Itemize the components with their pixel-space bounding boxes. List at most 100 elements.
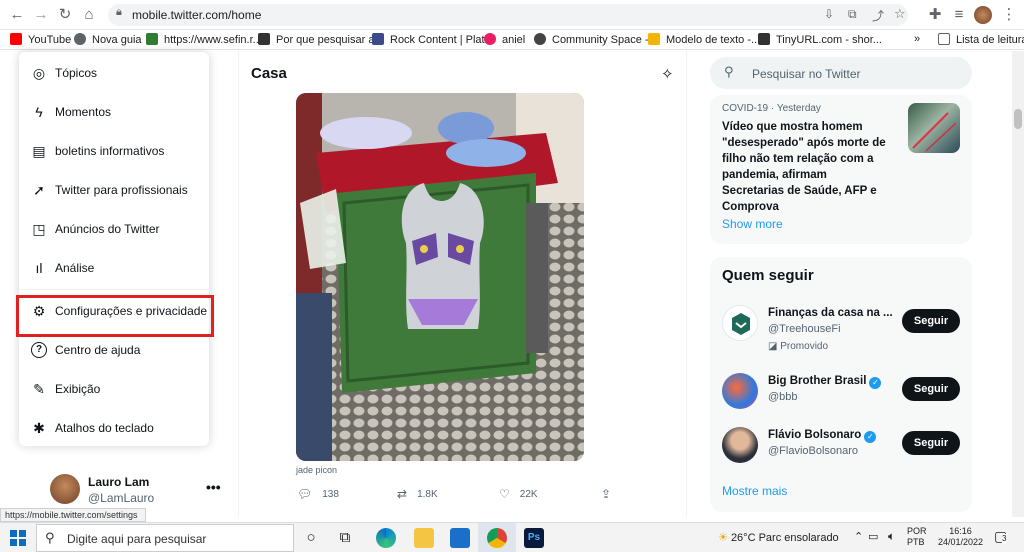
globe-icon bbox=[74, 33, 86, 45]
photoshop-icon[interactable]: Ps bbox=[524, 528, 544, 548]
treehouse-avatar bbox=[722, 305, 758, 341]
address-url: mobile.twitter.com/home bbox=[132, 8, 262, 22]
weather-widget[interactable]: ☀ 26°C Parc ensolarado bbox=[718, 531, 839, 544]
bookmark-rock-content[interactable]: Rock Content | Plat... bbox=[372, 33, 494, 46]
menu-item-ads[interactable]: ◳ Anúncios do Twitter bbox=[19, 210, 209, 249]
tweet-photo[interactable] bbox=[296, 93, 584, 461]
analytics-icon: ıl bbox=[35, 260, 43, 276]
scrollbar-thumb[interactable] bbox=[1014, 109, 1022, 129]
follow-name: Big Brother Brasil ✓ bbox=[768, 375, 882, 389]
bookmark-youtube[interactable]: YouTube bbox=[10, 33, 71, 46]
follow-suggestion[interactable]: Big Brother Brasil ✓ @bbb Seguir bbox=[710, 373, 972, 423]
taskbar-search-placeholder: Digite aqui para pesquisar bbox=[67, 532, 207, 546]
follow-show-more-link[interactable]: Mostre mais bbox=[722, 484, 787, 498]
bookmark-sefin[interactable]: https://www.sefin.r... bbox=[146, 33, 262, 46]
tray-chevron-icon[interactable]: ⌃ bbox=[854, 530, 863, 543]
forward-icon[interactable]: → bbox=[32, 6, 50, 24]
aniel-icon bbox=[484, 33, 496, 45]
back-icon[interactable]: ← bbox=[8, 6, 26, 24]
menu-item-moments[interactable]: ϟ Momentos bbox=[19, 93, 209, 132]
notification-center-icon[interactable]: ▢ 3 bbox=[994, 528, 1007, 545]
edge-icon[interactable] bbox=[376, 528, 396, 548]
follow-name: Finanças da casa na ... bbox=[768, 307, 893, 319]
address-bar[interactable]: 🔒︎ mobile.twitter.com/home ⇩ ⧉ ⤴ ☆ bbox=[108, 4, 908, 26]
reading-list[interactable]: Lista de leitura bbox=[938, 33, 1024, 46]
home-icon[interactable]: ⌂ bbox=[80, 6, 98, 24]
sparkle-icon[interactable]: ✧ bbox=[661, 65, 674, 83]
follow-handle: @FlavioBolsonaro bbox=[768, 445, 859, 457]
chrome-taskbar-active[interactable] bbox=[478, 523, 516, 552]
windows-start-icon[interactable] bbox=[10, 530, 26, 546]
taskbar-search[interactable]: ⚲ Digite aqui para pesquisar bbox=[36, 524, 294, 552]
star-icon[interactable]: ☆ bbox=[894, 6, 906, 22]
search-icon: ⚲ bbox=[724, 64, 734, 79]
news-card[interactable]: COVID-19 · Yesterday Vídeo que mostra ho… bbox=[710, 95, 972, 244]
bookmark-tinyurl[interactable]: TinyURL.com - shor... bbox=[758, 33, 882, 46]
follow-button[interactable]: Seguir bbox=[902, 309, 960, 333]
kebab-menu-icon[interactable]: ⋮ bbox=[1000, 6, 1018, 24]
who-to-follow-card: Quem seguir Finanças da casa na ... @Tre… bbox=[710, 257, 972, 512]
follow-suggestion[interactable]: Finanças da casa na ... @TreehouseFi ◪ P… bbox=[710, 305, 972, 355]
help-icon: ? bbox=[31, 342, 47, 358]
menu-item-topics[interactable]: ◎ Tópicos bbox=[19, 54, 209, 93]
bookmark-aniel[interactable]: aniel bbox=[484, 33, 525, 46]
status-bar-url: https://mobile.twitter.com/settings bbox=[0, 508, 146, 522]
cortana-icon[interactable]: ○ bbox=[300, 527, 322, 549]
mail-icon[interactable] bbox=[450, 528, 470, 548]
profile-avatar-icon[interactable] bbox=[974, 6, 992, 24]
verified-icon: ✓ bbox=[864, 431, 877, 443]
reload-icon[interactable]: ↻ bbox=[56, 6, 74, 24]
bookmark-site-icon bbox=[258, 33, 270, 45]
menu-item-newsletters[interactable]: ▤ boletins informativos bbox=[19, 132, 209, 171]
file-explorer-icon[interactable] bbox=[414, 528, 434, 548]
like-button[interactable]: ♡ 22K bbox=[499, 487, 538, 501]
menu-item-keyboard-shortcuts[interactable]: ✱ Atalhos do teclado bbox=[19, 409, 209, 448]
youtube-icon bbox=[10, 33, 22, 45]
profile-name: Lauro Lam bbox=[88, 475, 150, 489]
chrome-icon bbox=[487, 528, 507, 548]
reply-button[interactable]: 💬︎ 138 bbox=[297, 487, 339, 501]
translate-icon[interactable]: ⧉ bbox=[848, 7, 857, 22]
rock-content-icon bbox=[372, 33, 384, 45]
search-input[interactable]: ⚲ Pesquisar no Twitter bbox=[710, 57, 972, 89]
more-dots-icon[interactable]: ••• bbox=[206, 479, 221, 495]
follow-suggestion[interactable]: Flávio Bolsonaro ✓ @FlavioBolsonaro Segui… bbox=[710, 427, 972, 477]
extensions-icon[interactable]: ✚ bbox=[926, 6, 944, 24]
menu-item-analytics[interactable]: ıl Análise bbox=[19, 249, 209, 288]
follow-name: Flávio Bolsonaro ✓ bbox=[768, 429, 877, 443]
account-switcher[interactable]: Lauro Lam @LamLauro ••• bbox=[50, 474, 230, 508]
share-icon[interactable]: ⤴ bbox=[872, 7, 884, 24]
more-menu: ◎ Tópicos ϟ Momentos ▤ boletins informativo… bbox=[19, 52, 209, 446]
browser-toolbar: ← → ↻ ⌂ 🔒︎ mobile.twitter.com/home ⇩ ⧉ ⤴… bbox=[0, 0, 1024, 30]
volume-icon[interactable]: 🔈︎ bbox=[888, 529, 895, 544]
media-icon[interactable]: ≡ bbox=[950, 6, 968, 24]
bookmark-modelo-texto[interactable]: Modelo de texto -... bbox=[648, 33, 760, 46]
network-icon[interactable]: ▭ bbox=[868, 530, 878, 543]
verified-icon: ✓ bbox=[869, 377, 882, 389]
clock[interactable]: 16:16 24/01/2022 bbox=[938, 526, 983, 548]
task-view-icon[interactable]: ⧉ bbox=[334, 527, 356, 549]
bookmark-nova-guia[interactable]: Nova guia bbox=[74, 33, 142, 46]
flavio-avatar bbox=[722, 427, 758, 463]
follow-handle: @TreehouseFi bbox=[768, 323, 841, 335]
profile-handle: @LamLauro bbox=[88, 491, 155, 505]
news-show-more-link[interactable]: Show more bbox=[722, 217, 783, 231]
language-indicator[interactable]: POR PTB bbox=[907, 526, 927, 548]
bookmarks-bar: YouTube Nova guia https://www.sefin.r...… bbox=[0, 30, 1024, 50]
bookmark-community-space[interactable]: Community Space -... bbox=[534, 33, 658, 46]
bookmark-por-que[interactable]: Por que pesquisar a... bbox=[258, 33, 384, 46]
menu-item-professionals[interactable]: ➚ Twitter para profissionais bbox=[19, 171, 209, 210]
page-title: Casa bbox=[251, 65, 287, 82]
topics-icon: ◎ bbox=[32, 65, 46, 81]
follow-button[interactable]: Seguir bbox=[902, 431, 960, 455]
community-icon bbox=[534, 33, 546, 45]
more-bookmarks-icon[interactable]: » bbox=[914, 33, 920, 45]
weather-icon: ☀ bbox=[718, 532, 728, 544]
share-button[interactable]: ⇪ bbox=[601, 487, 621, 501]
page-scrollbar[interactable] bbox=[1012, 51, 1024, 517]
menu-item-display[interactable]: ✎ Exibição bbox=[19, 370, 209, 409]
follow-button[interactable]: Seguir bbox=[902, 377, 960, 401]
install-icon[interactable]: ⇩ bbox=[824, 7, 834, 21]
promoted-label: ◪ Promovido bbox=[768, 341, 829, 352]
retweet-button[interactable]: ⇄ 1.8K bbox=[397, 487, 438, 501]
